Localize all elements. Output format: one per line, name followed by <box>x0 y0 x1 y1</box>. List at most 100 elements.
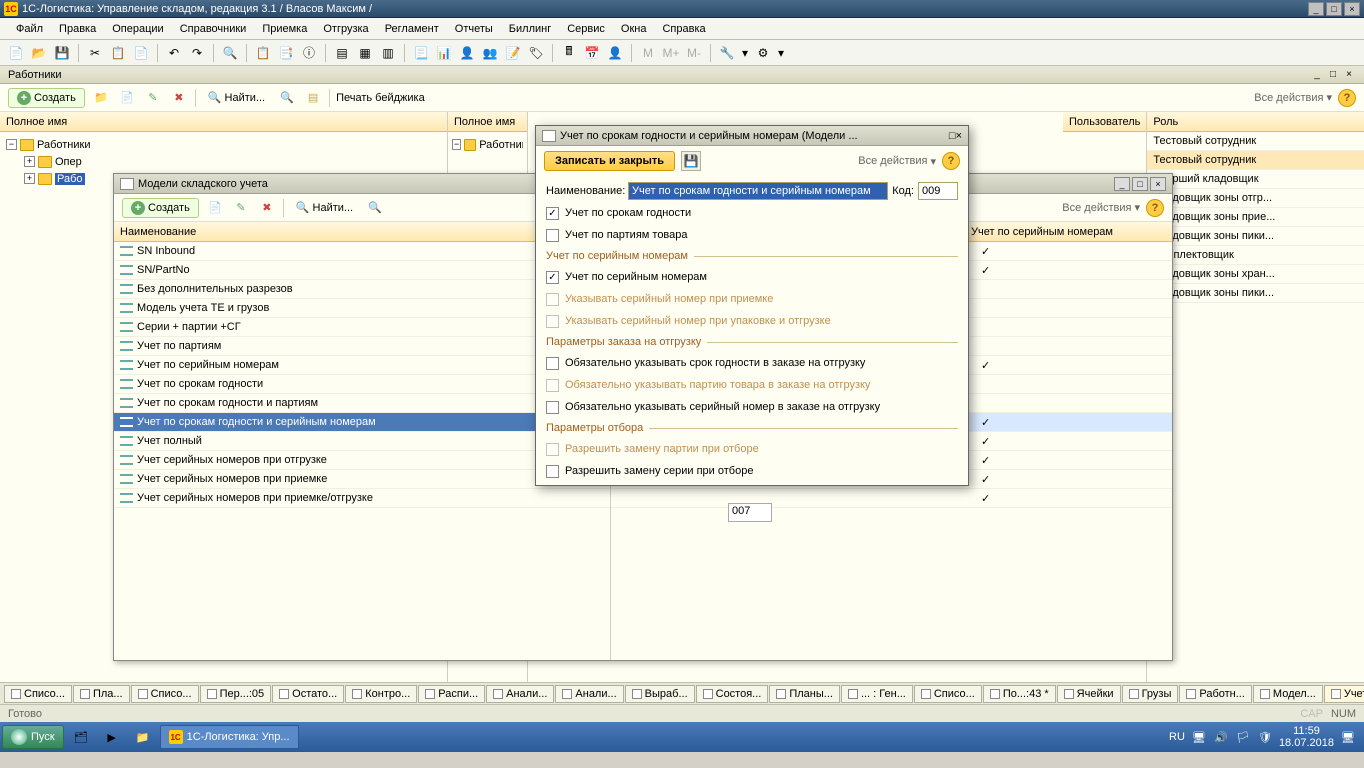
tray-icon-4[interactable]: 🛡 <box>1257 729 1273 745</box>
tb-ppl1-icon[interactable]: 👤 <box>457 43 477 63</box>
start-button[interactable]: Пуск <box>2 725 64 749</box>
doc-tab[interactable]: Грузы <box>1122 685 1179 703</box>
subwin-max-icon[interactable]: □ <box>1326 69 1340 81</box>
tree-root[interactable]: − Работники <box>4 136 443 153</box>
menu-billing[interactable]: Биллинг <box>501 21 559 37</box>
role-row[interactable]: Кладовщик зоны отгр... <box>1147 189 1364 208</box>
tb-cut-icon[interactable]: ✂ <box>85 43 105 63</box>
edit-icon[interactable]: ✎ <box>143 88 163 108</box>
tb-ppl2-icon[interactable]: 👥 <box>480 43 500 63</box>
ql-folder-icon[interactable]: 📁 <box>129 725 157 749</box>
delete-icon[interactable]: ✖ <box>169 88 189 108</box>
tb-mplus-icon[interactable]: M+ <box>661 43 681 63</box>
all-actions-dropdown[interactable]: Все действия▾ <box>1254 91 1332 104</box>
models-delete-icon[interactable]: ✖ <box>257 198 277 218</box>
find-button[interactable]: 🔍 Найти... <box>202 89 271 106</box>
folder-add-icon[interactable]: 📁 <box>91 88 111 108</box>
col-role[interactable]: Роль <box>1147 112 1364 132</box>
copy-icon[interactable]: 📄 <box>117 88 137 108</box>
tb-tool1-icon[interactable]: 🔧 <box>717 43 737 63</box>
doc-tab[interactable]: Планы... <box>769 685 840 703</box>
doc-tab[interactable]: Состоя... <box>696 685 769 703</box>
models-help-icon[interactable]: ? <box>1146 199 1164 217</box>
create-button[interactable]: + Создать <box>8 88 85 108</box>
doc-tab[interactable]: Анали... <box>555 685 623 703</box>
lang-indicator[interactable]: RU <box>1169 731 1185 743</box>
role-row[interactable]: Кладовщик зоны пики... <box>1147 284 1364 303</box>
tb-redo-icon[interactable]: ↷ <box>187 43 207 63</box>
tb-new-icon[interactable]: 📄 <box>6 43 26 63</box>
tray-clock[interactable]: 11:59 18.07.2018 <box>1279 725 1334 749</box>
doc-tab[interactable]: Контро... <box>345 685 417 703</box>
doc-tab[interactable]: Анали... <box>486 685 554 703</box>
menu-service[interactable]: Сервис <box>559 21 613 37</box>
doc-tab[interactable]: Списо... <box>914 685 982 703</box>
minimize-button[interactable]: _ <box>1308 2 1324 16</box>
tb-help-icon[interactable]: ⓘ <box>299 43 319 63</box>
doc-tab[interactable]: Ячейки <box>1057 685 1121 703</box>
print-badge-link[interactable]: Печать бейджика <box>336 92 425 104</box>
tree-child1[interactable]: + Опер <box>4 153 443 170</box>
tb-tool1-dd[interactable]: ▾ <box>740 43 750 63</box>
models-find-button[interactable]: 🔍 Найти... <box>290 199 359 216</box>
tray-icon-1[interactable]: 🖥 <box>1191 729 1207 745</box>
subwin-min-icon[interactable]: _ <box>1310 69 1324 81</box>
doc-tab[interactable]: Работн... <box>1179 685 1252 703</box>
role-row[interactable]: Тестовый сотрудник <box>1147 151 1364 170</box>
tb-list1-icon[interactable]: ▤ <box>332 43 352 63</box>
models-all-actions[interactable]: Все действия▾ <box>1062 201 1140 214</box>
menu-receiving[interactable]: Приемка <box>254 21 315 37</box>
expand-icon[interactable]: + <box>24 156 35 167</box>
chk-pick-serial[interactable] <box>546 465 559 478</box>
doc-tab[interactable]: По...:43 * <box>983 685 1056 703</box>
dialog-max-button[interactable]: □ <box>949 130 956 142</box>
save-close-button[interactable]: Записать и закрыть <box>544 151 675 171</box>
subwin-close-icon[interactable]: × <box>1342 69 1356 81</box>
menu-help[interactable]: Справка <box>654 21 713 37</box>
role-row[interactable]: Кладовщик зоны хран... <box>1147 265 1364 284</box>
list-icon[interactable]: ▤ <box>303 88 323 108</box>
doc-tab[interactable]: Списо... <box>131 685 199 703</box>
code-input[interactable] <box>918 182 958 200</box>
chk-batches[interactable] <box>546 229 559 242</box>
tb-m-icon[interactable]: M <box>638 43 658 63</box>
col-fullname2[interactable]: Полное имя <box>448 112 527 132</box>
tb-calc-icon[interactable]: 🖩 <box>559 43 579 63</box>
doc-tab[interactable]: ... : Ген... <box>841 685 913 703</box>
chk-serial[interactable]: ✓ <box>546 271 559 284</box>
col-user[interactable]: Пользователь <box>1063 112 1146 132</box>
tb-doc1-icon[interactable]: 📋 <box>253 43 273 63</box>
tray-desktop-icon[interactable]: 🖥 <box>1340 729 1356 745</box>
tray-icon-2[interactable]: 🔊 <box>1213 729 1229 745</box>
tb-user-icon[interactable]: 👤 <box>605 43 625 63</box>
menu-regulation[interactable]: Регламент <box>377 21 447 37</box>
ql-powershell-icon[interactable]: ▶ <box>98 725 126 749</box>
dialog-all-actions[interactable]: Все действия▾ <box>858 155 936 168</box>
tb-note-icon[interactable]: 📝 <box>503 43 523 63</box>
tb-tool2-icon[interactable]: ⚙ <box>753 43 773 63</box>
tb-cal-icon[interactable]: 📅 <box>582 43 602 63</box>
collapse-icon[interactable]: − <box>452 139 461 150</box>
tb-mminus-icon[interactable]: M- <box>684 43 704 63</box>
doc-tab[interactable]: Распи... <box>418 685 485 703</box>
tb-doc2-icon[interactable]: 📑 <box>276 43 296 63</box>
menu-operations[interactable]: Операции <box>104 21 171 37</box>
doc-tab[interactable]: Пер...:05 <box>200 685 272 703</box>
role-row[interactable]: Комплектовщик <box>1147 246 1364 265</box>
tb-copy-icon[interactable]: 📋 <box>108 43 128 63</box>
tb-paste-icon[interactable]: 📄 <box>131 43 151 63</box>
tb-report-icon[interactable]: 📊 <box>434 43 454 63</box>
maximize-button[interactable]: □ <box>1326 2 1342 16</box>
tree-root2[interactable]: − Работники <box>452 136 523 153</box>
tb-open-icon[interactable]: 📂 <box>29 43 49 63</box>
collapse-icon[interactable]: − <box>6 139 17 150</box>
dialog-close-button[interactable]: × <box>956 130 962 142</box>
dialog-help-icon[interactable]: ? <box>942 152 960 170</box>
chk-ship-serial[interactable] <box>546 401 559 414</box>
close-button[interactable]: × <box>1344 2 1360 16</box>
model-row[interactable]: Учет серийных номеров при приемке/отгруз… <box>114 489 610 508</box>
save-icon[interactable]: 💾 <box>681 151 701 171</box>
clear-find-icon[interactable]: 🔍 <box>277 88 297 108</box>
menu-windows[interactable]: Окна <box>613 21 655 37</box>
models-copy-icon[interactable]: 📄 <box>205 198 225 218</box>
